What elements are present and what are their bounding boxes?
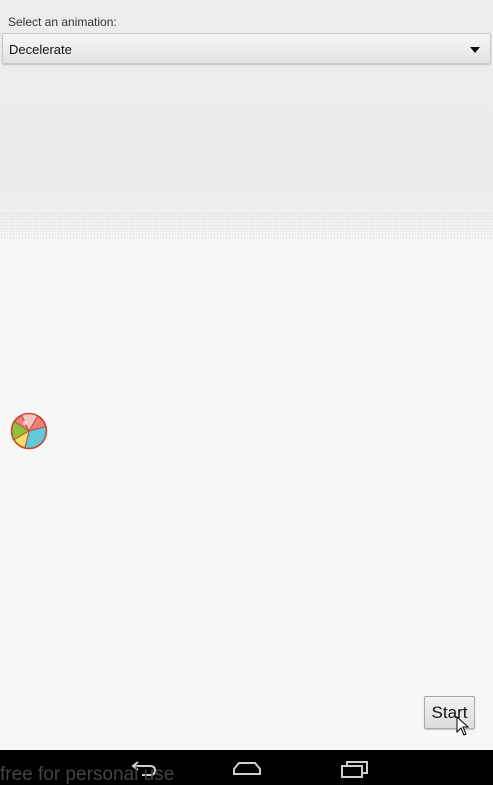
watermark-text: free for personal use [0,764,175,785]
beach-ball-icon [10,412,48,450]
animation-select-label: Select an animation: [8,15,117,29]
mouse-cursor-icon [456,716,470,736]
selected-animation: Decelerate [9,42,72,57]
animation-spinner[interactable]: Decelerate [2,33,491,64]
background-dither [0,212,493,240]
recent-apps-icon[interactable] [338,756,370,780]
dropdown-arrow-icon [470,47,480,53]
home-icon[interactable] [231,756,263,780]
app-screen: Select an animation: Decelerate Start fr… [0,0,493,785]
